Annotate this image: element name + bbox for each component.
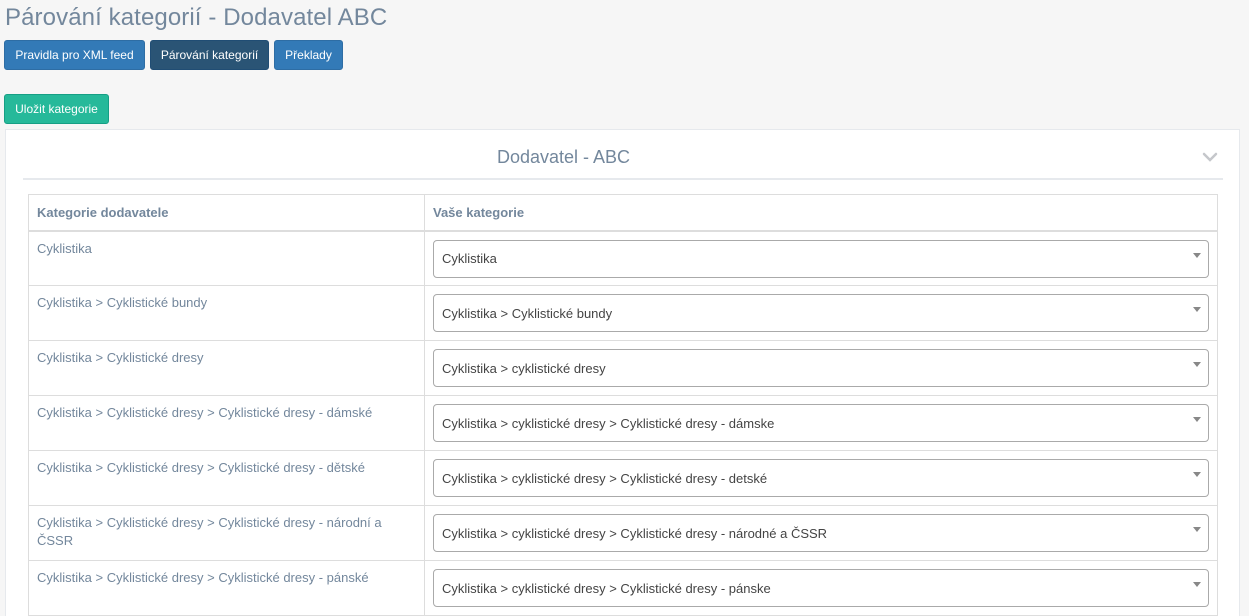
supplier-category-cell: Cyklistika > Cyklistické dresy > Cyklist… [28, 395, 425, 451]
category-select-value: Cyklistika > cyklistické dresy > Cyklist… [442, 525, 828, 541]
save-categories-button[interactable]: Uložit kategorie [4, 94, 109, 124]
supplier-category-cell: Cyklistika > Cyklistické dresy [28, 340, 425, 396]
category-select-value: Cyklistika > Cyklistické bundy [442, 305, 613, 321]
table-row: Cyklistika > Cyklistické dresy Cyklistika… [28, 340, 1218, 396]
supplier-category-cell: Cyklistika > Cyklistické bundy [28, 285, 425, 341]
category-select[interactable]: Cyklistika > cyklistické dresy > Cyklist… [433, 569, 1209, 607]
dropdown-arrow-icon[interactable] [1193, 527, 1201, 532]
your-category-cell: Cyklistika [424, 230, 1218, 286]
category-select[interactable]: Cyklistika > cyklistické dresy > Cyklist… [433, 514, 1209, 552]
category-select[interactable]: Cyklistika > Cyklistické bundy [433, 294, 1209, 332]
category-select-value: Cyklistika > cyklistické dresy > Cyklist… [442, 580, 771, 596]
supplier-category-cell: Cyklistika > Cyklistické dresy > Cyklist… [28, 560, 425, 616]
dropdown-arrow-icon[interactable] [1193, 362, 1201, 367]
category-select-value: Cyklistika > cyklistické dresy > Cyklist… [442, 415, 775, 431]
category-select[interactable]: Cyklistika > cyklistické dresy > Cyklist… [433, 459, 1209, 497]
category-pairing-button[interactable]: Párování kategorií [150, 40, 269, 70]
your-category-cell: Cyklistika > cyklistické dresy > Cyklist… [424, 395, 1218, 451]
your-category-cell: Cyklistika > Cyklistické bundy [424, 285, 1218, 341]
category-select[interactable]: Cyklistika > cyklistické dresy > Cyklist… [433, 404, 1209, 442]
category-select-value: Cyklistika > cyklistické dresy > Cyklist… [442, 470, 768, 486]
category-select-value: Cyklistika > cyklistické dresy [442, 360, 606, 376]
table-row: Cyklistika > Cyklistické bundy Cyklistika… [28, 285, 1218, 341]
your-category-cell: Cyklistika > cyklistické dresy > Cyklist… [424, 560, 1218, 616]
table-row: Cyklistika Cyklistika [28, 230, 1218, 286]
table-header-row: Kategorie dodavatele Vaše kategorie [28, 194, 1218, 232]
dropdown-arrow-icon[interactable] [1193, 252, 1201, 258]
supplier-category-cell: Cyklistika > Cyklistické dresy > Cyklist… [28, 450, 425, 506]
dropdown-arrow-icon[interactable] [1193, 417, 1201, 422]
page-title: Párování kategorií - Dodavatel ABC [5, 4, 388, 31]
category-mapping-table: Kategorie dodavatele Vaše kategorie Cykl… [28, 194, 1218, 616]
table-row: Cyklistika > Cyklistické dresy > Cyklist… [28, 560, 1218, 616]
table-row: Cyklistika > Cyklistické dresy > Cyklist… [28, 505, 1218, 561]
your-category-cell: Cyklistika > cyklistické dresy > Cyklist… [424, 450, 1218, 506]
dropdown-arrow-icon[interactable] [1193, 472, 1201, 477]
category-select[interactable]: Cyklistika > cyklistické dresy [433, 349, 1209, 387]
category-select-value: Cyklistika [442, 251, 497, 266]
supplier-panel: Dodavatel - ABC Kategorie dodavatele Vaš… [5, 129, 1240, 616]
table-row: Cyklistika > Cyklistické dresy > Cyklist… [28, 450, 1218, 506]
supplier-category-cell: Cyklistika [28, 230, 425, 286]
category-select[interactable]: Cyklistika [433, 239, 1209, 278]
dropdown-arrow-icon[interactable] [1193, 582, 1201, 587]
xml-feed-rules-button[interactable]: Pravidla pro XML feed [4, 40, 145, 70]
translations-button[interactable]: Překlady [274, 40, 343, 70]
table-row: Cyklistika > Cyklistické dresy > Cyklist… [28, 395, 1218, 451]
column-header-supplier-category: Kategorie dodavatele [28, 194, 425, 232]
column-header-your-category: Vaše kategorie [424, 194, 1218, 232]
panel-divider [23, 178, 1223, 180]
supplier-category-cell: Cyklistika > Cyklistické dresy > Cyklist… [28, 505, 425, 561]
your-category-cell: Cyklistika > cyklistické dresy [424, 340, 1218, 396]
dropdown-arrow-icon[interactable] [1193, 307, 1201, 312]
chevron-down-icon[interactable] [1201, 150, 1219, 164]
panel-title: Dodavatel - ABC [496, 147, 631, 167]
your-category-cell: Cyklistika > cyklistické dresy > Cyklist… [424, 505, 1218, 561]
